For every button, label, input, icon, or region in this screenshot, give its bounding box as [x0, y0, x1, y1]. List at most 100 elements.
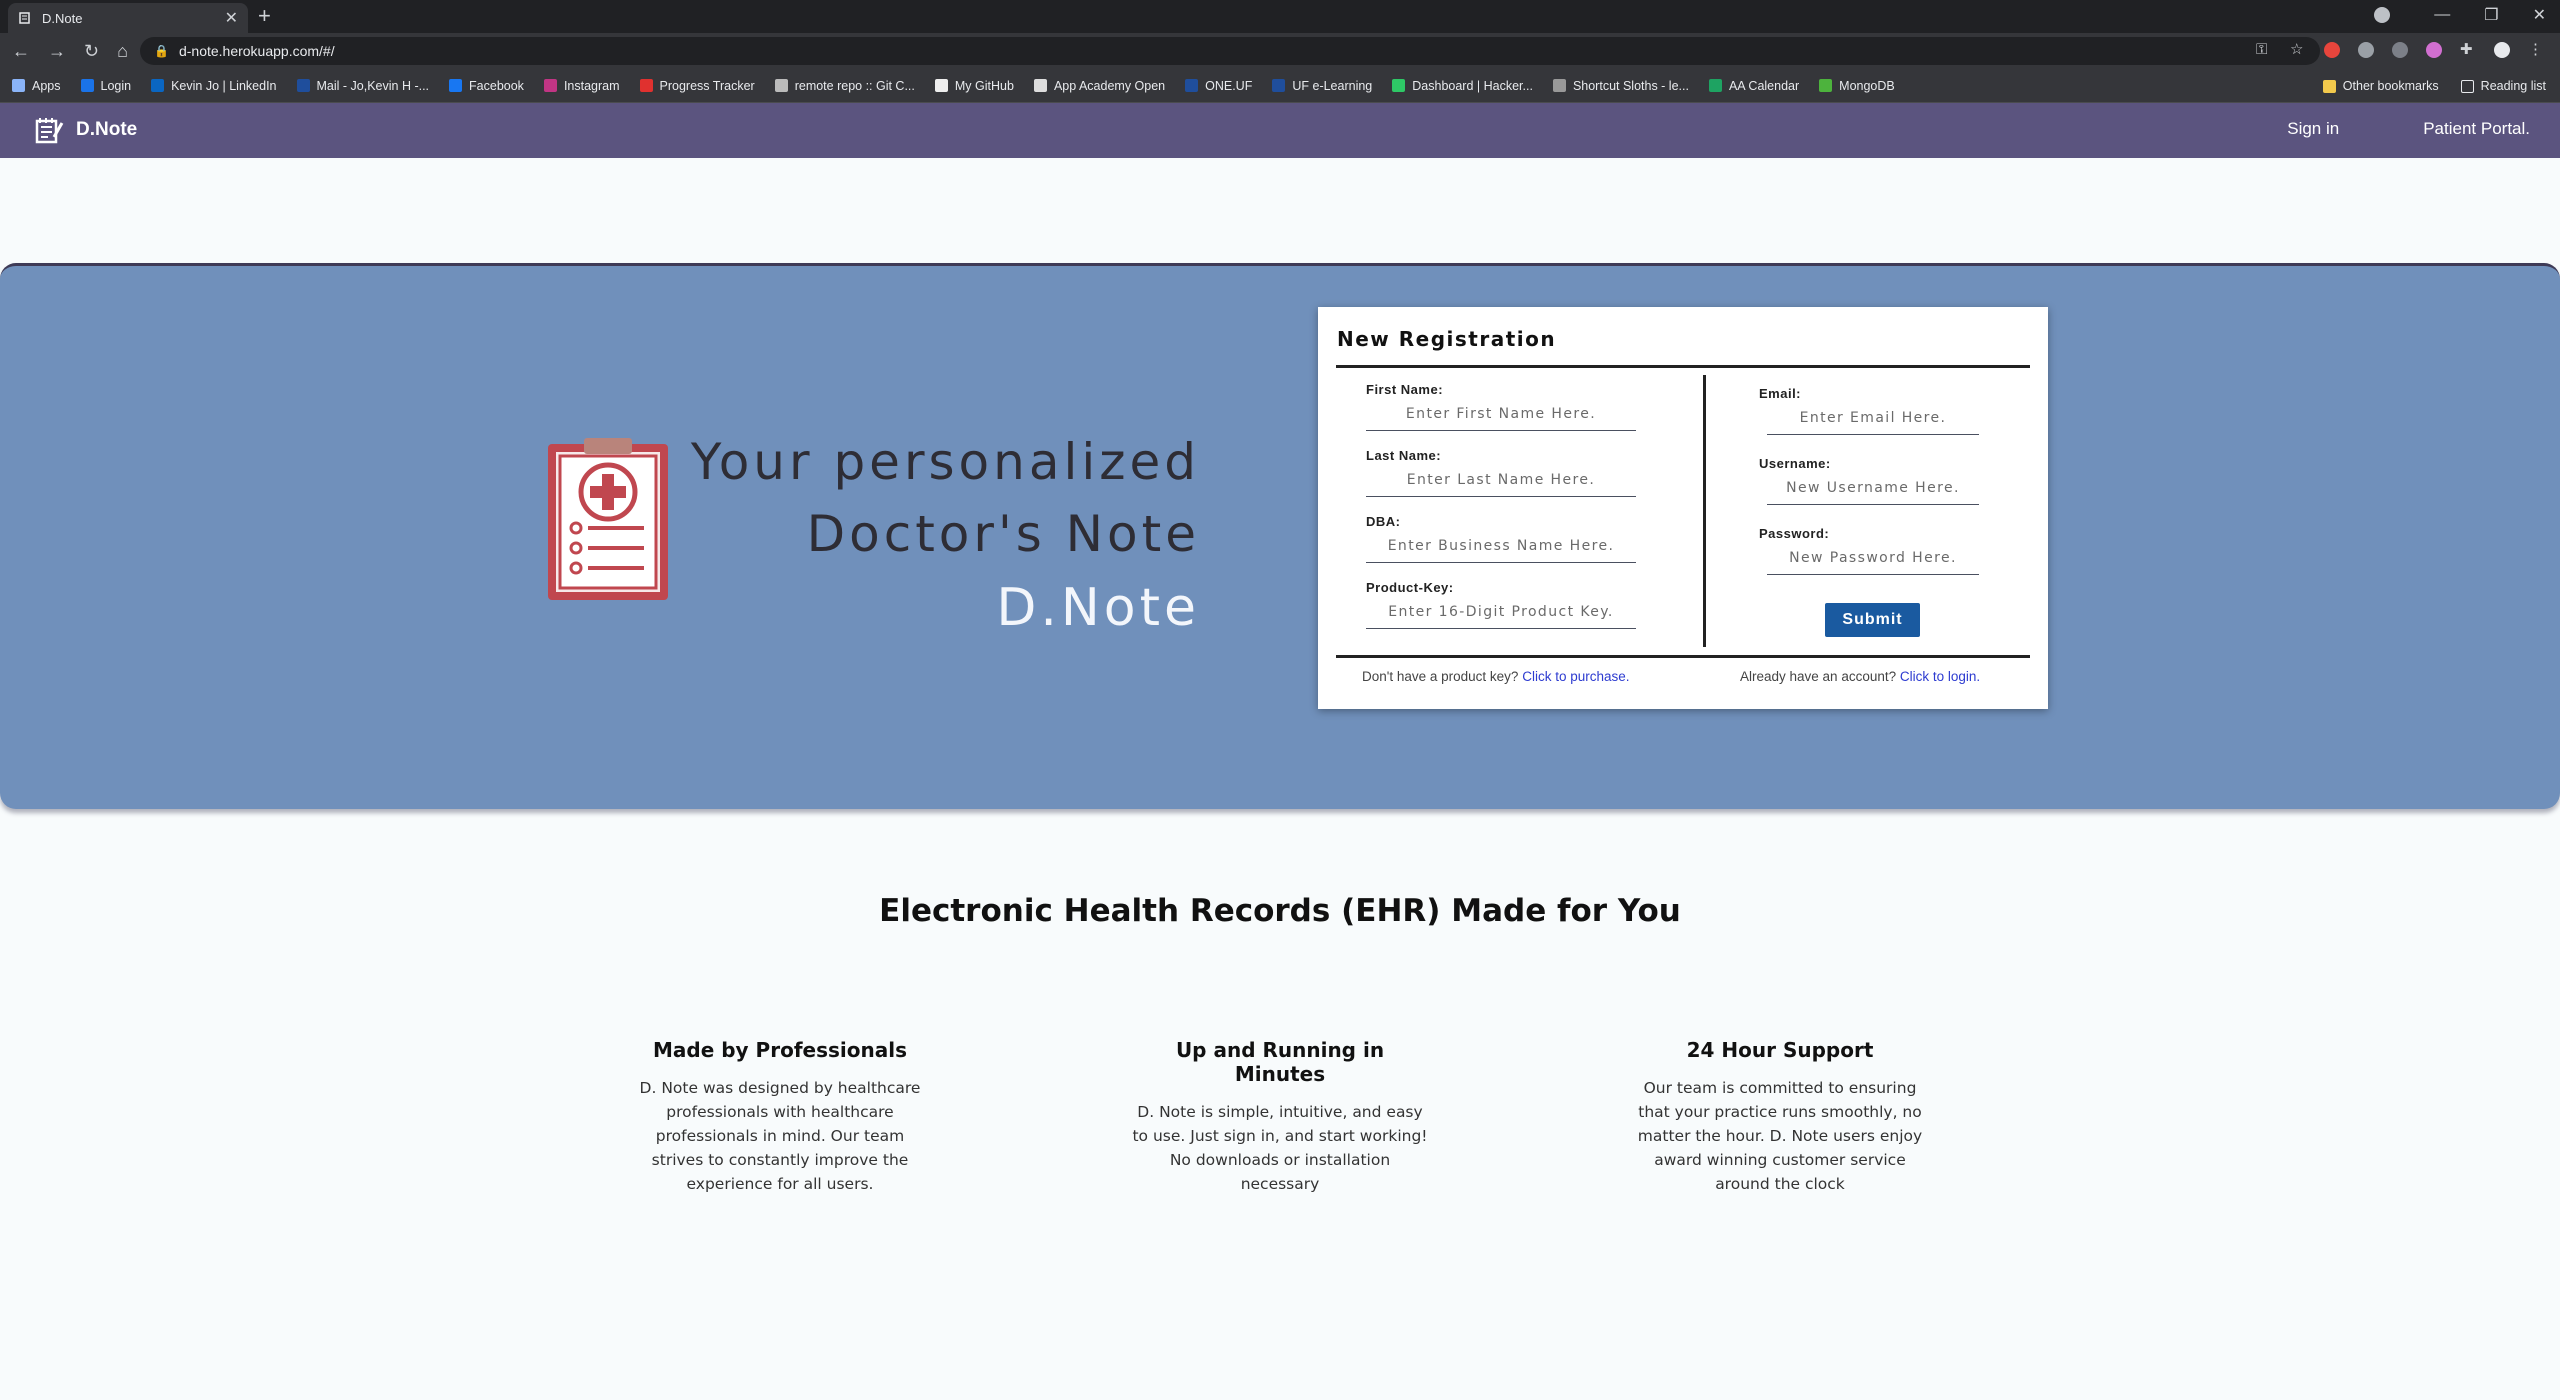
feature-support: 24 Hour Support Our team is committed to… — [1630, 1038, 1930, 1196]
username-input[interactable] — [1767, 473, 1979, 505]
profile-download-icon[interactable] — [2374, 7, 2391, 23]
hero-section — [0, 263, 2560, 809]
menu-dots-icon[interactable]: ⋮ — [2528, 42, 2544, 58]
bookmark-label: ONE.UF — [1205, 78, 1253, 93]
bookmark-favicon-icon — [1552, 79, 1566, 92]
reload-icon[interactable]: ↻ — [84, 39, 99, 63]
password-key-icon[interactable]: ⚿ — [2256, 42, 2272, 58]
password-label: Password: — [1759, 526, 1830, 541]
bookmark-item[interactable]: Kevin Jo | LinkedIn — [151, 79, 277, 93]
folder-icon — [2322, 79, 2336, 93]
window-close-icon[interactable]: ✕ — [2533, 5, 2546, 25]
lock-icon[interactable]: 🔒 — [154, 44, 169, 58]
purchase-prompt: Don't have a product key? Click to purch… — [1362, 669, 1630, 684]
no-key-text: Don't have a product key? — [1362, 669, 1519, 684]
tagline-line-2: Doctor's Note — [806, 505, 1200, 563]
other-bookmarks-label: Other bookmarks — [2342, 79, 2439, 93]
bookmark-item[interactable]: Apps — [12, 79, 61, 93]
address-bar[interactable]: 🔒 d-note.herokuapp.com/#/ — [140, 37, 2320, 65]
username-label: Username: — [1759, 456, 1831, 471]
email-input[interactable] — [1767, 403, 1979, 435]
bookmark-star-icon[interactable]: ☆ — [2290, 42, 2306, 58]
new-tab-icon[interactable]: + — [258, 3, 271, 29]
extensions-puzzle-icon[interactable]: ✚ — [2460, 42, 2476, 58]
restore-icon[interactable]: ❐ — [2484, 5, 2498, 25]
feature-body: D. Note was designed by healthcare profe… — [639, 1079, 921, 1193]
bookmark-item[interactable]: Facebook — [449, 79, 524, 93]
adblock-extension-icon[interactable] — [2324, 42, 2340, 58]
feature-heading: Up and Running in Minutes — [1175, 1038, 1385, 1086]
password-input[interactable] — [1767, 543, 1979, 575]
tab-close-icon[interactable]: ✕ — [225, 8, 238, 28]
bookmark-item[interactable]: Dashboard | Hacker... — [1392, 79, 1533, 93]
bookmark-item[interactable]: MongoDB — [1819, 79, 1895, 93]
home-icon[interactable]: ⌂ — [117, 39, 128, 63]
bookmark-item[interactable]: Login — [80, 79, 131, 93]
medical-clipboard-icon — [548, 438, 668, 600]
bookmark-favicon-icon — [12, 79, 25, 92]
feature-body: D. Note is simple, intuitive, and easy t… — [1132, 1103, 1428, 1193]
login-prompt: Already have an account? Click to login. — [1740, 669, 1980, 684]
bookmark-label: UF e-Learning — [1292, 78, 1373, 93]
other-bookmarks-folder[interactable]: Other bookmarks — [2322, 79, 2439, 93]
bookmark-favicon-icon — [80, 79, 94, 92]
bookmark-favicon-icon — [1708, 79, 1722, 92]
purchase-link[interactable]: Click to purchase. — [1522, 669, 1629, 684]
brand[interactable]: D.Note — [34, 115, 137, 145]
bookmark-item[interactable]: UF e-Learning — [1272, 79, 1372, 93]
tagline-line-3: D.Note — [996, 578, 1200, 638]
bookmark-favicon-icon — [1033, 79, 1047, 92]
bookmark-label: Facebook — [469, 78, 524, 93]
extension-icon[interactable] — [2358, 42, 2374, 58]
bookmark-item[interactable]: App Academy Open — [1033, 78, 1166, 93]
forward-icon[interactable]: → — [48, 39, 66, 63]
back-icon[interactable]: ← — [12, 39, 30, 63]
product-key-input[interactable] — [1366, 597, 1636, 629]
bookmark-favicon-icon — [1819, 79, 1833, 92]
divider — [1703, 375, 1706, 647]
bookmark-favicon-icon — [1392, 79, 1406, 92]
bookmark-favicon-icon — [151, 79, 165, 92]
bookmark-item[interactable]: ONE.UF — [1185, 79, 1252, 93]
profile-avatar-icon[interactable] — [2494, 42, 2510, 58]
color-extension-icon[interactable] — [2426, 42, 2442, 58]
feature-heading: 24 Hour Support — [1686, 1038, 1874, 1062]
last-name-input[interactable] — [1366, 465, 1636, 497]
login-link[interactable]: Click to login. — [1900, 669, 1980, 684]
dba-input[interactable] — [1366, 531, 1636, 563]
bookmark-item[interactable]: Mail - Jo,Kevin H -... — [296, 78, 430, 93]
bookmark-item[interactable]: Instagram — [543, 79, 620, 93]
minimize-icon[interactable]: — — [2434, 6, 2450, 24]
bookmark-label: My GitHub — [954, 78, 1014, 93]
submit-button[interactable]: Submit — [1825, 603, 1920, 637]
first-name-input[interactable] — [1366, 399, 1636, 431]
browser-tab[interactable]: D.Note ✕ — [8, 3, 248, 33]
url-text: d-note.herokuapp.com/#/ — [178, 43, 335, 59]
sign-in-link[interactable]: Sign in — [2287, 119, 2339, 139]
bookmark-label: App Academy Open — [1053, 78, 1166, 93]
bookmark-item[interactable]: My GitHub — [934, 78, 1014, 93]
dnote-favicon-icon — [19, 12, 30, 24]
bookmark-item[interactable]: Progress Tracker — [639, 78, 755, 93]
first-name-label: First Name: — [1366, 382, 1444, 397]
bookmark-item[interactable]: AA Calendar — [1708, 78, 1800, 93]
bookmark-label: Progress Tracker — [659, 78, 755, 93]
bookmark-label: Shortcut Sloths - le... — [1572, 78, 1689, 93]
bookmark-favicon-icon — [449, 79, 463, 92]
patient-portal-link[interactable]: Patient Portal. — [2423, 119, 2530, 139]
bookmark-favicon-icon — [296, 79, 310, 92]
feature-professionals: Made by Professionals D. Note was design… — [630, 1038, 930, 1196]
bookmark-label: AA Calendar — [1728, 78, 1800, 93]
reading-list[interactable]: Reading list — [2460, 79, 2546, 93]
extension-icon[interactable] — [2392, 42, 2408, 58]
bookmark-label: Mail - Jo,Kevin H -... — [316, 78, 430, 93]
have-account-text: Already have an account? — [1740, 669, 1897, 684]
bookmark-item[interactable]: remote repo :: Git C... — [774, 79, 915, 93]
notepad-logo-icon — [35, 118, 64, 144]
dba-group: DBA: — [1366, 514, 1636, 563]
bookmark-label: Apps — [32, 78, 61, 93]
bookmark-item[interactable]: Shortcut Sloths - le... — [1552, 78, 1689, 93]
bookmark-favicon-icon — [543, 79, 557, 92]
last-name-group: Last Name: — [1366, 448, 1636, 497]
password-group: Password: — [1759, 526, 1979, 575]
